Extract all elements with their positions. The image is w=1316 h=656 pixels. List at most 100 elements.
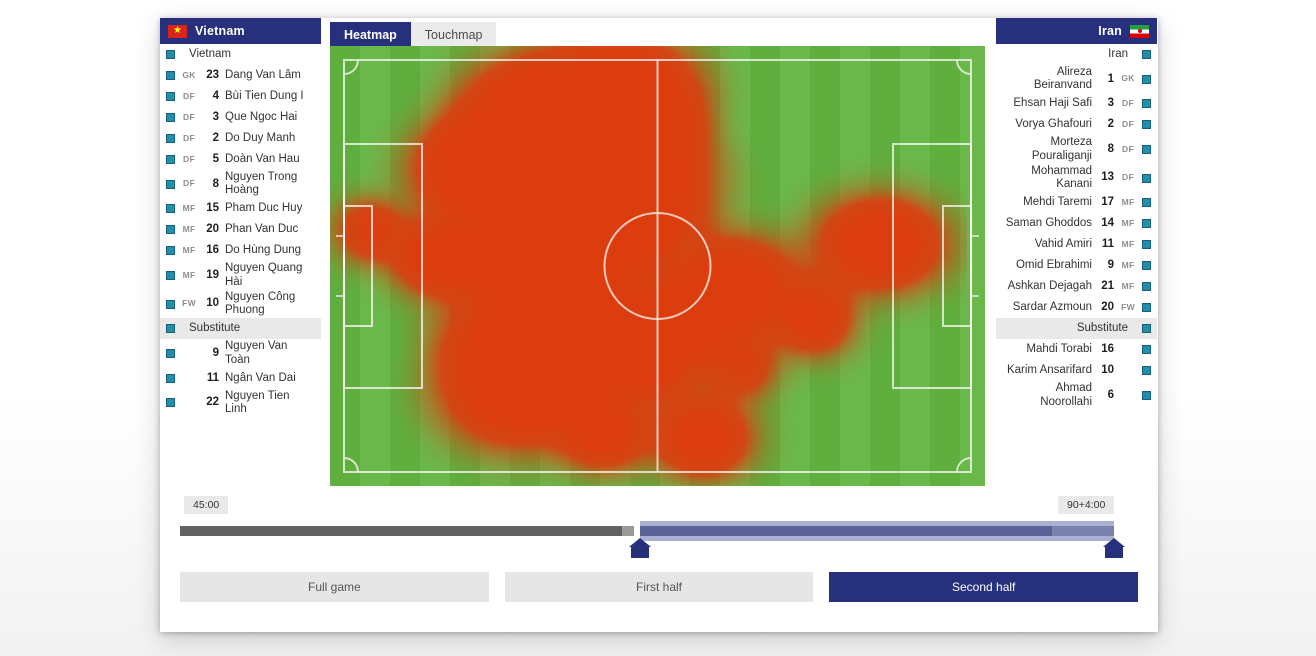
- player-row[interactable]: FW 20 Sardar Azmoun: [996, 297, 1157, 318]
- player-position: DF: [1122, 98, 1134, 109]
- timeline-handle-start[interactable]: [628, 538, 651, 558]
- player-color-swatch-icon[interactable]: [1142, 198, 1151, 208]
- player-row[interactable]: DF 8 Nguyen Trong Hoàng: [160, 170, 321, 198]
- player-name: Karim Ansarifard: [1006, 364, 1092, 377]
- player-position: MF: [1121, 196, 1135, 207]
- tab-touchmap[interactable]: Touchmap: [410, 22, 497, 48]
- player-color-swatch-icon[interactable]: [166, 155, 175, 164]
- left-team-header[interactable]: ★ Vietnam: [160, 18, 321, 44]
- timeline-selection-tail: [1052, 526, 1115, 536]
- player-color-swatch-icon[interactable]: [166, 134, 175, 143]
- player-color-swatch-icon[interactable]: [166, 271, 175, 281]
- player-color-swatch-icon[interactable]: [166, 113, 175, 122]
- player-name: Pham Duc Huy: [225, 202, 303, 215]
- player-row[interactable]: MF 9 Omid Ebrahimi: [996, 255, 1157, 276]
- player-color-swatch-icon[interactable]: [166, 398, 175, 408]
- team-row[interactable]: Vietnam: [160, 44, 321, 65]
- player-color-swatch-icon[interactable]: [1142, 261, 1151, 271]
- substitute-divider[interactable]: Substitute: [996, 318, 1157, 340]
- player-row[interactable]: DF 4 Bùi Tien Dung I: [160, 86, 321, 107]
- player-color-swatch-icon[interactable]: [166, 50, 175, 59]
- player-name: Mohammad Kanani: [1031, 164, 1092, 191]
- player-row[interactable]: MF 14 Saman Ghoddos: [996, 213, 1157, 234]
- timeline-selection-range[interactable]: [639, 526, 1053, 536]
- player-color-swatch-icon[interactable]: [166, 373, 175, 383]
- player-color-swatch-icon[interactable]: [166, 349, 175, 359]
- player-row[interactable]: DF 5 Doàn Van Hau: [160, 149, 321, 170]
- second-half-button[interactable]: Second half: [829, 572, 1139, 602]
- player-row[interactable]: DF 2 Vorya Ghafouri: [996, 114, 1157, 135]
- player-position: GK: [1121, 73, 1135, 84]
- right-team-header[interactable]: Iran: [996, 18, 1157, 44]
- player-color-swatch-icon[interactable]: [166, 324, 175, 334]
- player-row[interactable]: DF 3 Que Ngoc Hai: [160, 107, 321, 128]
- player-color-swatch-icon[interactable]: [1142, 74, 1151, 84]
- player-name: Ngân Van Dai: [225, 371, 296, 384]
- player-color-swatch-icon[interactable]: [166, 204, 175, 214]
- player-color-swatch-icon[interactable]: [1142, 219, 1151, 229]
- full-game-button[interactable]: Full game: [180, 572, 489, 602]
- first-half-button[interactable]: First half: [504, 572, 814, 602]
- player-color-swatch-icon[interactable]: [1142, 50, 1151, 59]
- substitute-label: Substitute: [189, 322, 241, 335]
- player-color-swatch-icon[interactable]: [166, 246, 175, 256]
- player-color-swatch-icon[interactable]: [1142, 99, 1151, 109]
- timeline-track-remaining[interactable]: [621, 526, 634, 536]
- team-row[interactable]: Iran: [996, 44, 1157, 65]
- player-color-swatch-icon[interactable]: [1142, 303, 1151, 313]
- player-color-swatch-icon[interactable]: [166, 179, 175, 189]
- player-row[interactable]: 10 Karim Ansarifard: [996, 360, 1157, 381]
- substitute-divider[interactable]: Substitute: [160, 318, 321, 340]
- player-row[interactable]: FW 10 Nguyen Công Phuong: [160, 290, 321, 318]
- player-row[interactable]: MF 17 Mehdi Taremi: [996, 192, 1157, 213]
- player-row[interactable]: DF 3 Ehsan Haji Safi: [996, 93, 1157, 114]
- player-number: 9: [1107, 259, 1114, 272]
- player-row[interactable]: DF 8 Morteza Pouraliganji: [996, 135, 1157, 163]
- player-number: 4: [212, 89, 219, 102]
- player-color-swatch-icon[interactable]: [1142, 240, 1151, 250]
- player-name: Morteza Pouraliganji: [1031, 136, 1092, 162]
- player-row[interactable]: GK 1 Alireza Beiranvand: [996, 65, 1157, 93]
- player-row[interactable]: MF 15 Pham Duc Huy: [160, 198, 321, 219]
- player-name: Saman Ghoddos: [1005, 217, 1092, 230]
- player-number: 10: [1101, 364, 1114, 377]
- player-color-swatch-icon[interactable]: [1142, 282, 1151, 292]
- player-row[interactable]: MF 19 Nguyen Quang Hài: [160, 261, 321, 289]
- player-color-swatch-icon[interactable]: [166, 225, 175, 235]
- timeline-track-elapsed[interactable]: [180, 526, 622, 536]
- view-tabs: Heatmap Touchmap: [330, 18, 996, 48]
- player-name: Alireza Beiranvand: [1033, 66, 1092, 92]
- player-row[interactable]: MF 21 Ashkan Dejagah: [996, 276, 1157, 297]
- right-team-player-list: Iran GK 1 Alireza Beiranvand DF 3 Ehsan Haji S…: [996, 44, 1157, 410]
- player-position: MF: [182, 245, 196, 256]
- player-color-swatch-icon[interactable]: [1142, 173, 1151, 183]
- iran-flag-icon: [1130, 24, 1149, 38]
- tab-heatmap[interactable]: Heatmap: [330, 22, 411, 48]
- player-number: 5: [212, 152, 219, 165]
- player-number: 3: [212, 110, 219, 123]
- timeline-handle-end[interactable]: [1103, 538, 1126, 558]
- player-color-swatch-icon[interactable]: [1142, 366, 1151, 376]
- player-color-swatch-icon[interactable]: [166, 71, 175, 80]
- player-row[interactable]: MF 11 Vahid Amiri: [996, 234, 1157, 255]
- timeline-slider[interactable]: 45:00 90+4:00: [180, 496, 1138, 576]
- player-color-swatch-icon[interactable]: [166, 92, 175, 101]
- player-color-swatch-icon[interactable]: [1142, 324, 1151, 334]
- player-color-swatch-icon[interactable]: [1142, 120, 1151, 130]
- player-row[interactable]: 6 Ahmad Noorollahi: [996, 381, 1157, 409]
- player-row[interactable]: DF 2 Do Duy Manh: [160, 128, 321, 149]
- player-row[interactable]: GK 23 Dang Van Lâm: [160, 65, 321, 86]
- player-name: Vorya Ghafouri: [1015, 118, 1092, 131]
- player-row[interactable]: 16 Mahdi Torabi: [996, 339, 1157, 360]
- player-row[interactable]: MF 20 Phan Van Duc: [160, 219, 321, 240]
- player-row[interactable]: 9 Nguyen Van Toàn: [160, 339, 321, 367]
- player-color-swatch-icon[interactable]: [1142, 391, 1151, 401]
- player-color-swatch-icon[interactable]: [1142, 345, 1151, 355]
- player-color-swatch-icon[interactable]: [166, 299, 175, 309]
- player-row[interactable]: MF 16 Do Hùng Dung: [160, 240, 321, 261]
- pitch-heatmap[interactable]: [330, 46, 985, 486]
- player-row[interactable]: 22 Nguyen Tien Linh: [160, 389, 321, 417]
- player-row[interactable]: DF 13 Mohammad Kanani: [996, 164, 1157, 192]
- player-row[interactable]: 11 Ngân Van Dai: [160, 368, 321, 389]
- player-color-swatch-icon[interactable]: [1142, 145, 1151, 155]
